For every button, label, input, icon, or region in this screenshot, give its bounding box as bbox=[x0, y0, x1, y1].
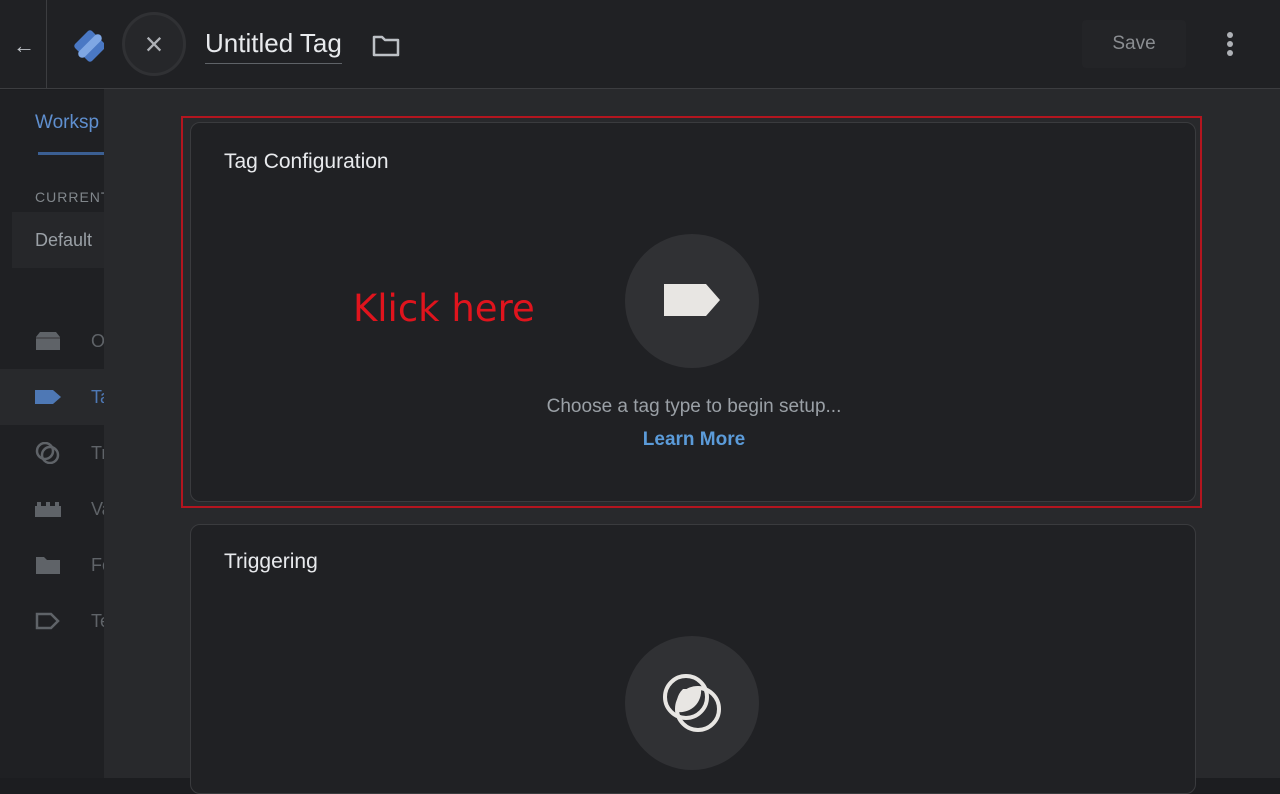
learn-more-link[interactable]: Learn More bbox=[191, 429, 1197, 451]
tag-configuration-title: Tag Configuration bbox=[224, 150, 389, 173]
workspace-tab-indicator bbox=[38, 152, 110, 155]
tag-name-field[interactable]: Untitled Tag bbox=[205, 28, 342, 64]
tag-manager-logo-icon bbox=[74, 30, 106, 62]
annotation-text: Klick here bbox=[353, 287, 535, 330]
sidebar-item-folders[interactable]: Fo bbox=[0, 537, 112, 593]
template-icon bbox=[35, 612, 60, 630]
variables-icon bbox=[35, 502, 61, 517]
tag-editor-panel: × Untitled Tag Save Tag Configuration Ch… bbox=[104, 0, 1280, 794]
tag-type-hint: Choose a tag type to begin setup... bbox=[546, 396, 842, 417]
sidebar-item-tags[interactable]: Ta bbox=[0, 369, 110, 425]
sidebar-item-overview[interactable]: O bbox=[0, 313, 110, 369]
back-arrow-icon[interactable]: ← bbox=[10, 33, 38, 59]
triggering-title: Triggering bbox=[224, 550, 318, 573]
close-button[interactable]: × bbox=[122, 12, 186, 76]
tag-icon bbox=[35, 390, 61, 404]
tag-configuration-card[interactable]: Tag Configuration Choose a tag type to b… bbox=[190, 122, 1196, 502]
panel-header: × Untitled Tag Save bbox=[104, 0, 1280, 89]
folder-icon bbox=[36, 557, 60, 574]
trigger-icon bbox=[663, 674, 721, 732]
folder-icon[interactable] bbox=[370, 30, 402, 60]
sidebar-item-templates[interactable]: Te bbox=[0, 593, 110, 649]
current-workspace-label: CURRENT bbox=[35, 189, 111, 205]
trigger-icon bbox=[35, 442, 60, 464]
triggering-card[interactable]: Triggering bbox=[190, 524, 1196, 794]
divider bbox=[46, 0, 47, 89]
sidebar-item-variables[interactable]: Va bbox=[0, 481, 112, 537]
sidebar-item-label: O bbox=[91, 331, 106, 351]
choose-trigger-button[interactable] bbox=[625, 636, 759, 770]
overview-icon bbox=[36, 332, 60, 350]
workspace-name: Default bbox=[35, 230, 93, 250]
tag-icon bbox=[664, 284, 720, 316]
save-button[interactable]: Save bbox=[1082, 20, 1186, 68]
sidebar-item-triggers[interactable]: Tr bbox=[0, 425, 110, 481]
more-vert-icon[interactable] bbox=[1214, 26, 1246, 62]
choose-tag-type-button[interactable] bbox=[625, 234, 759, 368]
workspace-tab[interactable]: Worksp bbox=[35, 112, 99, 134]
